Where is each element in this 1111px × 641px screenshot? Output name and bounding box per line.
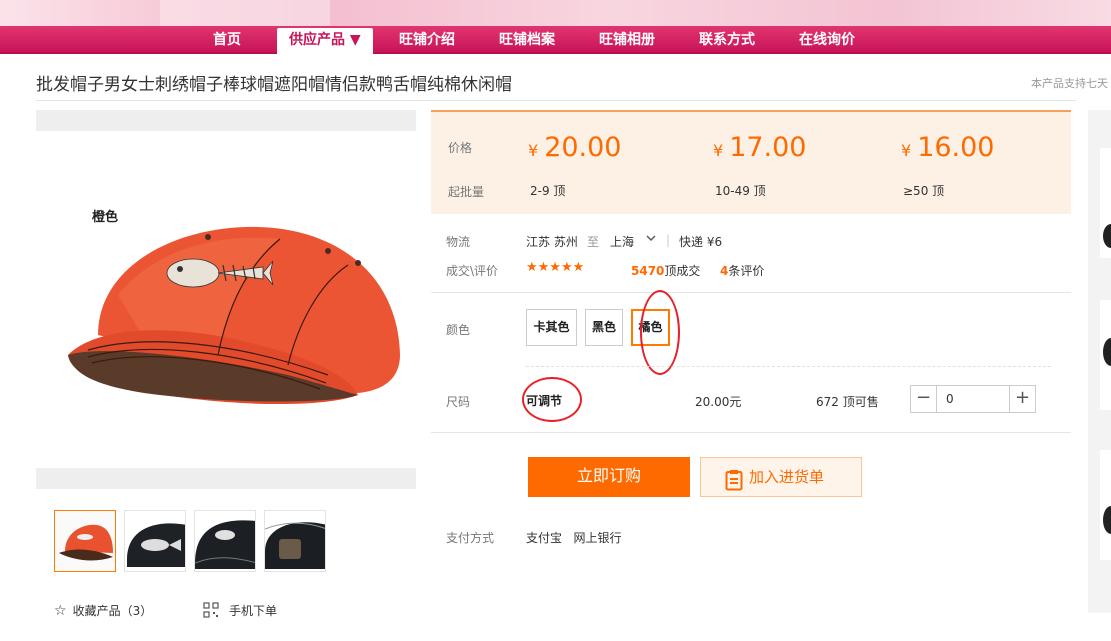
gallery-bottom-bar: [36, 468, 416, 489]
moq-label: 起批量: [448, 185, 485, 199]
logistics-destination[interactable]: 上海: [610, 233, 634, 250]
annotation-circle-size: [522, 377, 582, 422]
chevron-down-icon[interactable]: [646, 231, 656, 248]
recommend-item[interactable]: [1100, 450, 1111, 560]
thumbnail-black-cap-side[interactable]: [194, 510, 256, 572]
price-value: 20.00: [544, 132, 622, 163]
logistics-to: 至: [587, 235, 600, 249]
mobile-order-label: 手机下单: [229, 604, 278, 618]
favorite-label: 收藏产品（3）: [72, 604, 153, 618]
payment-label: 支付方式: [446, 531, 495, 545]
recommend-item[interactable]: [1100, 300, 1111, 410]
currency-symbol: ¥: [528, 141, 539, 160]
price-label: 价格: [448, 141, 473, 155]
moq-range-2: 10-49 顶: [715, 184, 766, 198]
qr-code-icon: [203, 602, 219, 621]
top-banner: [0, 0, 1111, 26]
review-suffix: 条评价: [728, 264, 765, 278]
clipboard-icon: [725, 467, 743, 505]
section-divider: [431, 432, 1071, 433]
thumbnail-black-cap[interactable]: [124, 510, 186, 572]
title-divider: [36, 100, 1076, 101]
logistics-shipping: 快递 ¥6: [679, 235, 723, 249]
star-outline-icon: ☆: [54, 603, 67, 619]
banner-highlight: [160, 0, 330, 26]
thumb-black-cap-icon: [125, 511, 185, 571]
stock-available: 672 顶可售: [816, 395, 879, 409]
quantity-stepper: − +: [910, 385, 1036, 413]
logistics-origin: 江苏 苏州: [526, 235, 578, 249]
sold-suffix: 顶成交: [664, 264, 701, 278]
moq-range-1: 2-9 顶: [530, 184, 566, 198]
price-tier-2: ¥17.00: [713, 132, 806, 163]
nav-products[interactable]: 供应产品 ▼: [277, 28, 373, 54]
add-to-cart-label: 加入进货单: [749, 468, 825, 486]
quantity-plus-button[interactable]: +: [1009, 386, 1035, 412]
sold-number: 5470: [631, 264, 665, 278]
nav-shop-intro[interactable]: 旺铺介绍: [399, 26, 455, 54]
gallery-top-bar: [36, 110, 416, 131]
deals-label: 成交\评价: [446, 264, 499, 278]
moq-range-3: ≥50 顶: [903, 184, 945, 198]
add-to-cart-button[interactable]: 加入进货单: [700, 457, 862, 497]
nav-inquiry[interactable]: 在线询价: [799, 26, 855, 54]
unit-price: 20.00元: [695, 395, 742, 409]
sold-count: 5470顶成交: [631, 262, 700, 279]
currency-symbol: ¥: [901, 141, 912, 160]
color-label: 颜色: [446, 323, 471, 337]
nav-home[interactable]: 首页: [213, 26, 241, 54]
nav-shop-album[interactable]: 旺铺相册: [599, 26, 655, 54]
product-title: 批发帽子男女士刺绣帽子棒球帽遮阳帽情侣款鸭舌帽纯棉休闲帽: [36, 75, 512, 95]
mobile-order[interactable]: 手机下单: [203, 602, 277, 621]
quantity-input[interactable]: [938, 386, 1009, 412]
quantity-minus-button[interactable]: −: [911, 386, 937, 412]
service-note: 本产品支持七天: [1031, 77, 1108, 90]
size-label: 尺码: [446, 395, 471, 409]
price-value: 17.00: [729, 132, 807, 163]
thumb-orange-cap-icon: [55, 511, 115, 571]
orange-cap-illustration: [68, 226, 400, 405]
favorite-product[interactable]: ☆ 收藏产品（3）: [54, 602, 152, 619]
price-tier-1: ¥20.00: [528, 132, 621, 163]
main-product-image[interactable]: [58, 205, 408, 415]
price-tier-3: ¥16.00: [901, 132, 994, 163]
logistics-label: 物流: [446, 235, 471, 249]
annotation-circle-color: [640, 290, 680, 375]
nav-contact[interactable]: 联系方式: [699, 26, 755, 54]
price-value: 16.00: [917, 132, 995, 163]
section-divider: [431, 292, 1071, 293]
logistics-separator: |: [666, 233, 671, 247]
review-count[interactable]: 4条评价: [720, 262, 764, 279]
thumbnail-orange-cap[interactable]: [54, 510, 116, 572]
rating-stars: ★★★★★: [526, 260, 585, 275]
payment-methods: 支付宝 网上银行: [526, 531, 622, 545]
nav-shop-profile[interactable]: 旺铺档案: [499, 26, 555, 54]
color-option-black[interactable]: 黑色: [585, 309, 623, 346]
dashed-divider: [526, 366, 1051, 367]
shop-nav-bar: 首页 供应产品 ▼ 旺铺介绍 旺铺档案 旺铺相册 联系方式 在线询价: [0, 26, 1111, 54]
thumbnail-cap-back[interactable]: [264, 510, 326, 572]
currency-symbol: ¥: [713, 141, 724, 160]
color-option-khaki[interactable]: 卡其色: [526, 309, 577, 346]
thumb-cap-back-icon: [265, 511, 325, 571]
recommend-item[interactable]: [1100, 148, 1111, 258]
buy-now-button[interactable]: 立即订购: [528, 457, 690, 497]
thumb-black-side-icon: [195, 511, 255, 571]
